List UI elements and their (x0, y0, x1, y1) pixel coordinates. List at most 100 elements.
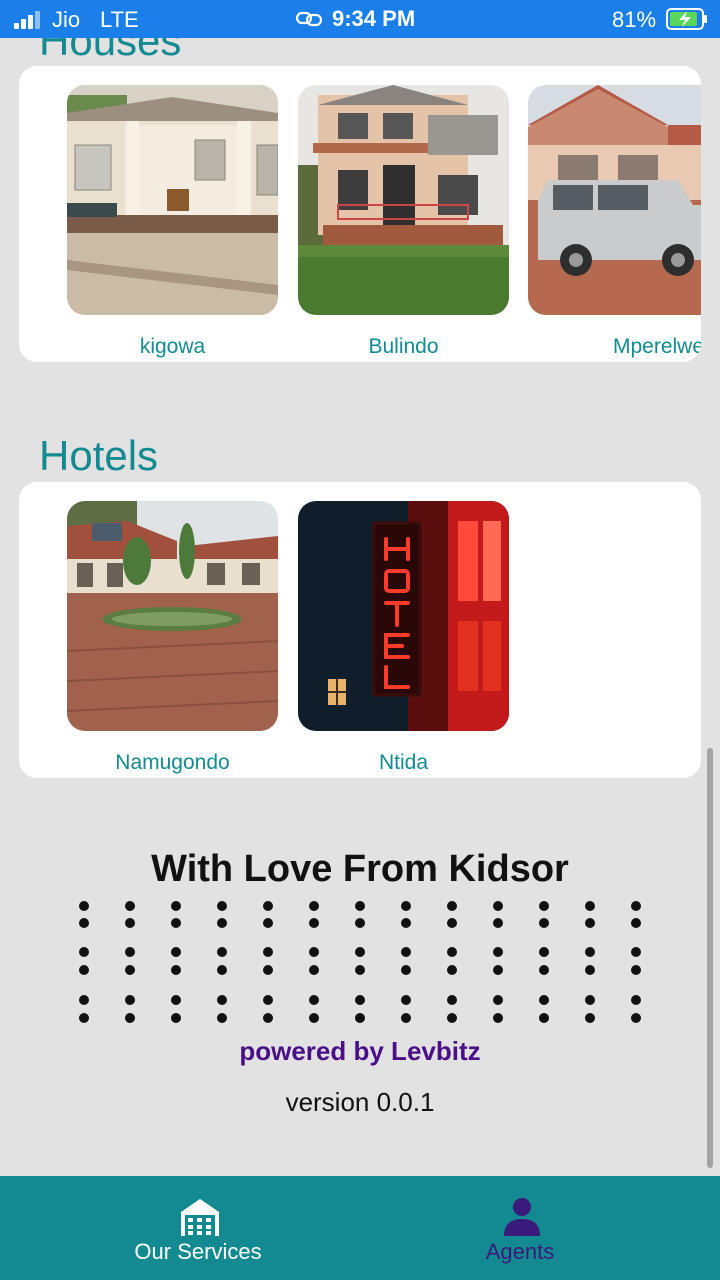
decor-dot (171, 901, 181, 911)
decor-dot (631, 995, 641, 1005)
decor-dot (493, 901, 503, 911)
hotel-photo (67, 501, 278, 731)
decor-dot (309, 965, 319, 975)
decor-dot (585, 1013, 595, 1023)
decor-dot (355, 1013, 365, 1023)
carrier-name: Jio (52, 7, 81, 32)
battery-charging-icon (666, 8, 707, 30)
decor-dot (263, 947, 273, 957)
decor-dot (447, 918, 457, 928)
decor-dot (539, 918, 549, 928)
hotels-carousel[interactable]: Namugondo Ntida (19, 482, 701, 778)
decor-dot (539, 995, 549, 1005)
decor-dot (401, 901, 411, 911)
decor-dot (631, 918, 641, 928)
decor-dot (447, 995, 457, 1005)
status-bar: Jio LTE 9:34 PM 81% (0, 0, 720, 38)
decor-dot (493, 965, 503, 975)
house-photo (67, 85, 278, 315)
decor-dot (355, 901, 365, 911)
decor-dot (263, 965, 273, 975)
decor-dot (79, 995, 89, 1005)
decor-dot (447, 965, 457, 975)
decor-dot (125, 995, 135, 1005)
decor-dot (401, 965, 411, 975)
decor-dot (309, 995, 319, 1005)
house-photo (528, 85, 701, 315)
decor-dot (217, 1013, 227, 1023)
nav-our-services[interactable]: Our Services (18, 1176, 378, 1280)
decor-dot (493, 918, 503, 928)
nav-agents-label: Agents (485, 1239, 555, 1264)
powered-by-text: powered by Levbitz (239, 1036, 481, 1066)
decor-dot (171, 965, 181, 975)
decor-dot (79, 947, 89, 957)
decor-dot (217, 901, 227, 911)
house-label: kigowa (139, 335, 206, 358)
decor-dot (401, 1013, 411, 1023)
decor-dot (585, 965, 595, 975)
decor-dot (631, 947, 641, 957)
decor-dot (631, 965, 641, 975)
decor-dot (401, 947, 411, 957)
decor-dot (493, 995, 503, 1005)
decor-dot (355, 995, 365, 1005)
decor-dot (401, 995, 411, 1005)
bottom-navigation: Our Services Agents (0, 1176, 720, 1280)
decor-dot (171, 918, 181, 928)
decor-dot (79, 901, 89, 911)
battery-percent: 81% (612, 7, 657, 32)
decor-dot (631, 1013, 641, 1023)
house-label: Mperelwe (612, 335, 701, 358)
love-message: With Love From Kidsor (151, 848, 569, 890)
decor-dot (309, 901, 319, 911)
decor-dot (263, 918, 273, 928)
decor-dot (79, 918, 89, 928)
hotels-section-title: Hotels (39, 432, 159, 479)
link-icon (296, 11, 322, 27)
decor-dot (171, 1013, 181, 1023)
decor-dot (263, 995, 273, 1005)
decor-dot (309, 947, 319, 957)
dot-pattern-decoration (79, 901, 641, 1023)
decor-dot (585, 947, 595, 957)
decor-dot (631, 901, 641, 911)
decor-dot (125, 965, 135, 975)
decor-dot (355, 965, 365, 975)
house-photo (298, 85, 509, 315)
decor-dot (125, 1013, 135, 1023)
hotel-photo (298, 501, 509, 731)
decor-dot (125, 947, 135, 957)
version-text: version 0.0.1 (285, 1087, 435, 1117)
decor-dot (217, 995, 227, 1005)
network-type: LTE (100, 7, 139, 32)
decor-dot (171, 995, 181, 1005)
decor-dot (355, 947, 365, 957)
nav-agents[interactable]: Agents (340, 1176, 700, 1280)
decor-dot (217, 947, 227, 957)
signal-icon (14, 11, 40, 29)
decor-dot (585, 901, 595, 911)
scrollbar[interactable] (707, 748, 713, 1168)
decor-dot (79, 965, 89, 975)
nav-services-label: Our Services (134, 1239, 262, 1264)
decor-dot (355, 918, 365, 928)
decor-dot (217, 965, 227, 975)
building-icon (181, 1199, 219, 1236)
person-icon (504, 1198, 540, 1236)
houses-carousel[interactable]: kigowa Bulindo Mperelwe (19, 66, 701, 362)
decor-dot (447, 947, 457, 957)
hotel-label: Ntida (378, 751, 429, 774)
decor-dot (493, 1013, 503, 1023)
decor-dot (493, 947, 503, 957)
decor-dot (171, 947, 181, 957)
decor-dot (539, 947, 549, 957)
decor-dot (125, 918, 135, 928)
app-screen: Jio LTE 9:34 PM 81% Houses kigowa Bulind… (0, 0, 720, 1280)
decor-dot (309, 918, 319, 928)
decor-dot (263, 901, 273, 911)
decor-dot (447, 1013, 457, 1023)
decor-dot (447, 901, 457, 911)
decor-dot (79, 1013, 89, 1023)
decor-dot (539, 1013, 549, 1023)
